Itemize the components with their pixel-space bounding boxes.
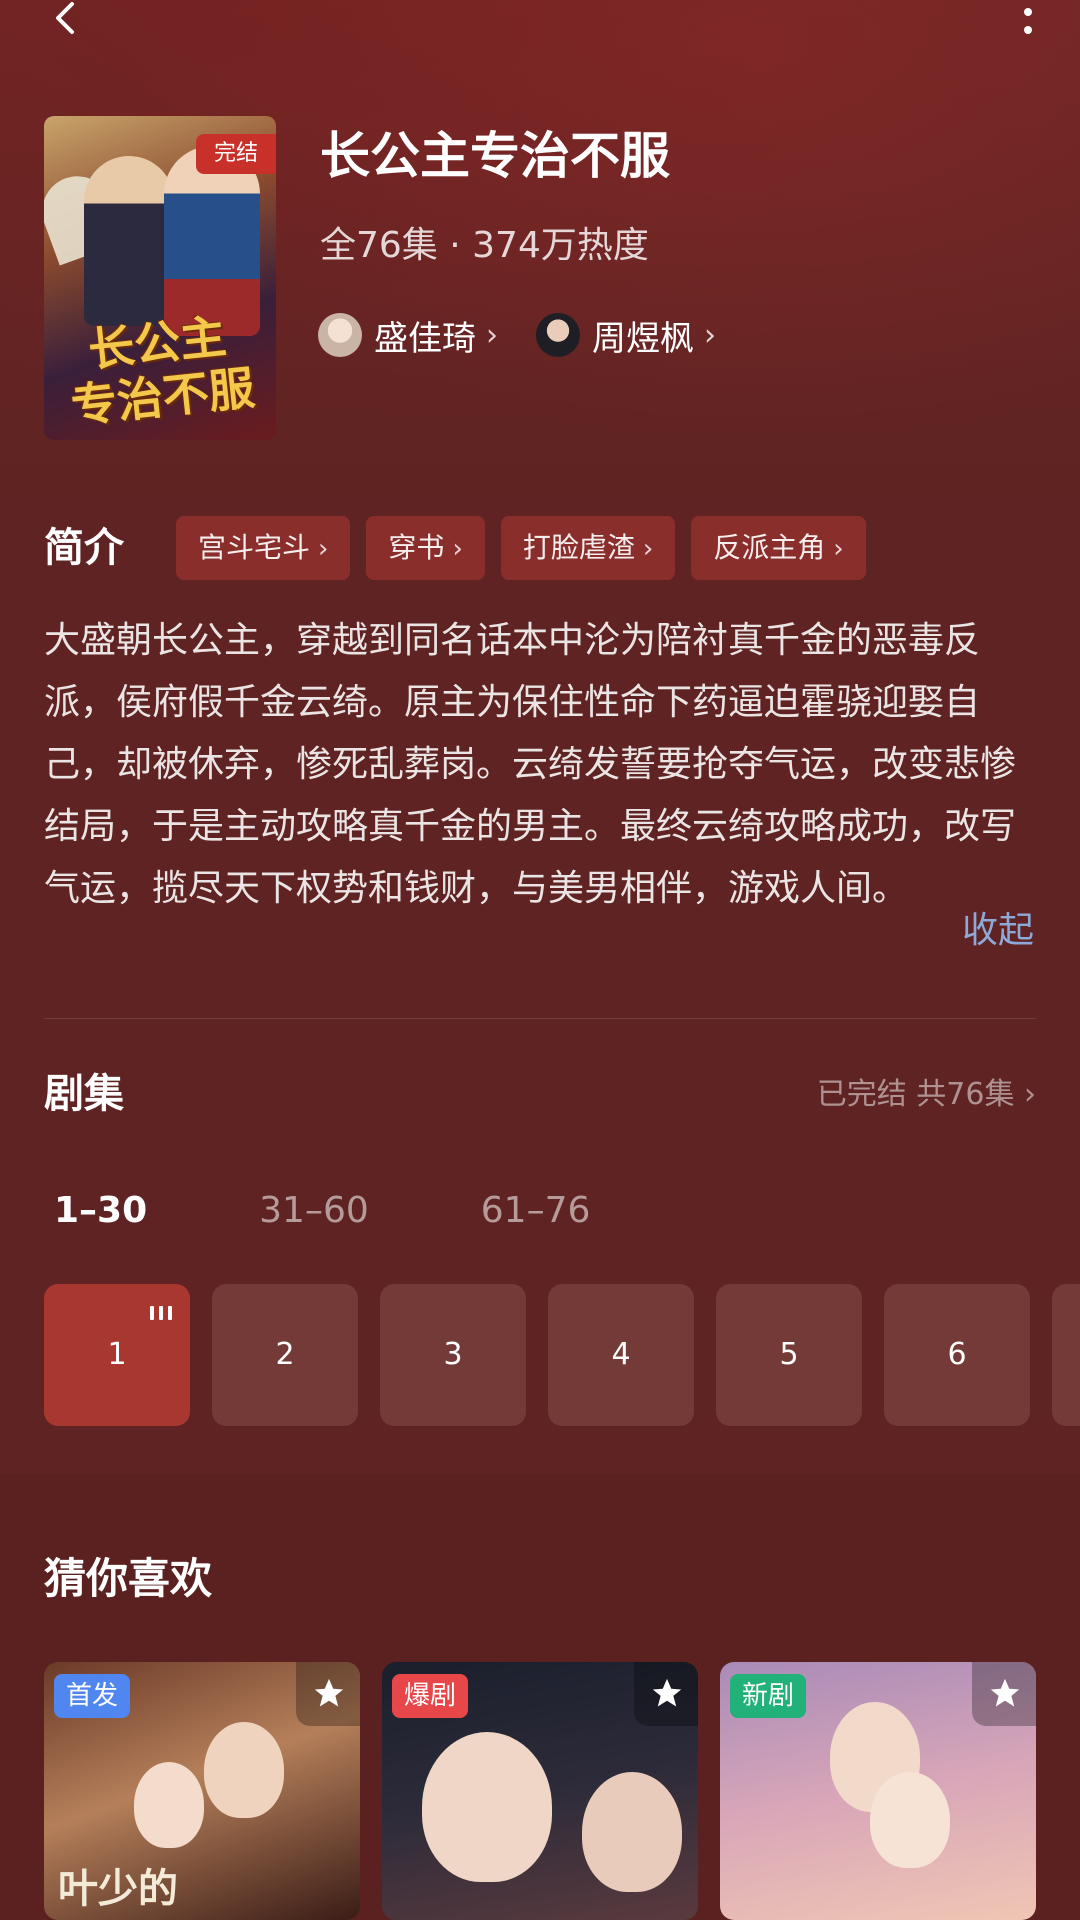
actor-name: 周煜枫 bbox=[592, 318, 694, 359]
intro-heading: 简介 bbox=[44, 525, 124, 571]
avatar bbox=[536, 313, 580, 357]
actor-link[interactable]: 周煜枫 › bbox=[536, 311, 716, 360]
card-badge: 首发 bbox=[54, 1674, 131, 1718]
genre-tag[interactable]: 穿书 › bbox=[366, 516, 485, 580]
episode-range-tabs: 1–30 31–60 61–76 bbox=[54, 1188, 702, 1234]
back-button[interactable] bbox=[46, 0, 96, 50]
chevron-right-icon: › bbox=[452, 534, 463, 564]
recommend-card[interactable]: 叶少的 首发 bbox=[44, 1662, 360, 1920]
star-icon bbox=[314, 1678, 344, 1707]
actor-link[interactable]: 盛佳琦 › bbox=[318, 311, 498, 360]
episode-button[interactable]: 6 bbox=[884, 1284, 1030, 1426]
chevron-right-icon: › bbox=[642, 534, 654, 564]
recommend-heading: 猜你喜欢 bbox=[44, 1554, 213, 1603]
drama-meta: 全76集 · 374万热度 bbox=[320, 225, 649, 266]
favorite-button[interactable] bbox=[296, 1662, 360, 1726]
episode-button-partial[interactable] bbox=[1052, 1284, 1080, 1426]
card-badge: 爆剧 bbox=[392, 1674, 469, 1718]
chevron-right-icon: › bbox=[833, 534, 844, 564]
avatar bbox=[318, 313, 362, 357]
drama-poster[interactable]: 长公主 专治不服 完结 bbox=[44, 116, 276, 440]
episode-grid: 1 2 3 4 5 6 bbox=[44, 1284, 1080, 1426]
card-badge: 新剧 bbox=[730, 1674, 807, 1718]
star-icon bbox=[990, 1678, 1020, 1707]
range-tab[interactable]: 61–76 bbox=[481, 1188, 591, 1234]
genre-tag[interactable]: 反派主角 › bbox=[691, 516, 866, 580]
cast-list: 盛佳琦 › 周煜枫 › bbox=[318, 310, 754, 360]
recommend-card[interactable]: 爆剧 bbox=[382, 1662, 698, 1920]
episode-button[interactable]: 5 bbox=[716, 1284, 862, 1426]
divider bbox=[44, 1018, 1036, 1019]
tag-list: 宫斗宅斗 › 穿书 › 打脸虐渣 › 反派主角 › bbox=[176, 516, 882, 580]
range-tab[interactable]: 1–30 bbox=[54, 1188, 147, 1234]
episodes-status-link[interactable]: 已完结 共76集 › bbox=[817, 1074, 1036, 1116]
genre-tag[interactable]: 打脸虐渣 › bbox=[500, 516, 676, 580]
chevron-right-icon: › bbox=[486, 317, 498, 353]
completed-badge: 完结 bbox=[196, 134, 276, 174]
genre-tag[interactable]: 宫斗宅斗 › bbox=[176, 516, 351, 580]
chevron-right-icon: › bbox=[704, 317, 716, 353]
episode-button[interactable]: 1 bbox=[44, 1284, 190, 1426]
chevron-right-icon: › bbox=[1024, 1077, 1036, 1112]
more-button[interactable] bbox=[1008, 0, 1048, 50]
favorite-button[interactable] bbox=[972, 1662, 1036, 1726]
episode-button[interactable]: 3 bbox=[380, 1284, 526, 1426]
equalizer-icon bbox=[150, 1304, 172, 1320]
range-tab[interactable]: 31–60 bbox=[259, 1188, 369, 1234]
star-icon bbox=[652, 1678, 682, 1707]
chevron-right-icon: › bbox=[318, 534, 329, 564]
top-bar bbox=[0, 0, 1080, 80]
recommend-list: 叶少的 首发 爆剧 新剧 bbox=[44, 1662, 1058, 1920]
synopsis-text: 大盛朝长公主，穿越到同名话本中沦为陪衬真千金的恶毒反派，侯府假千金云绮。原主为保… bbox=[44, 620, 1017, 909]
drama-title: 长公主专治不服 bbox=[320, 127, 670, 185]
episodes-heading: 剧集 bbox=[44, 1071, 124, 1117]
card-title-art: 叶少的 bbox=[58, 1865, 178, 1912]
poster-title-art: 长公主 专治不服 bbox=[68, 309, 258, 434]
episode-button[interactable]: 2 bbox=[212, 1284, 358, 1426]
episode-button[interactable]: 4 bbox=[548, 1284, 694, 1426]
collapse-link[interactable]: 收起 bbox=[962, 906, 1034, 956]
chevron-left-icon bbox=[56, 2, 74, 34]
actor-name: 盛佳琦 bbox=[374, 318, 476, 359]
recommend-card[interactable]: 新剧 bbox=[720, 1662, 1036, 1920]
more-vertical-icon bbox=[1024, 8, 1032, 34]
favorite-button[interactable] bbox=[634, 1662, 698, 1726]
